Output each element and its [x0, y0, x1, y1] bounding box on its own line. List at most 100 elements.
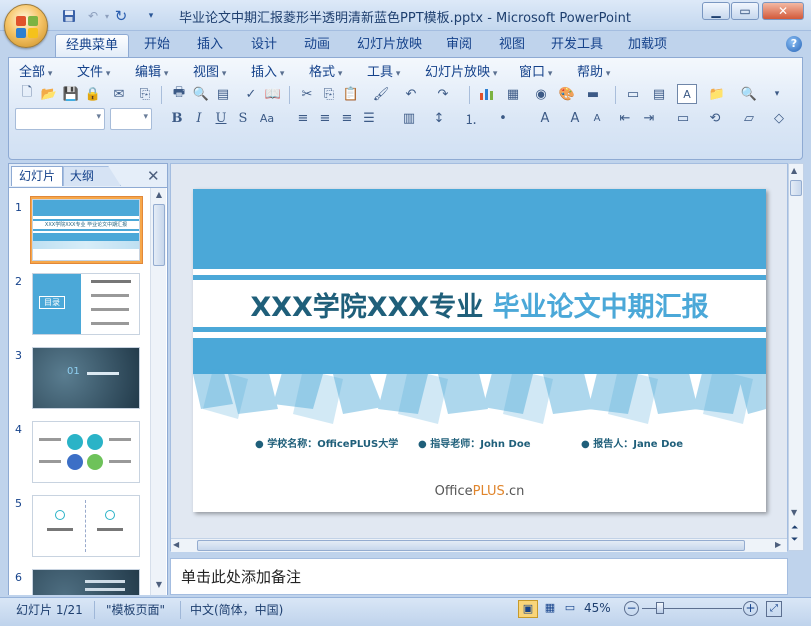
font-size-combo[interactable]: [110, 108, 152, 130]
char-spacing-button[interactable]: Aa: [257, 108, 277, 128]
menu-view[interactable]: 视图: [193, 63, 226, 83]
cut-icon[interactable]: ✂: [297, 84, 317, 104]
info-school[interactable]: ● 学校名称：OfficePLUS大学: [255, 435, 398, 450]
slide-title[interactable]: XXX学院XXX专业 毕业论文中期汇报: [193, 285, 766, 324]
menu-all[interactable]: 全部: [19, 63, 52, 83]
open-icon[interactable]: 📂: [39, 84, 59, 104]
horizontal-scrollbar[interactable]: ◀ ▶: [171, 538, 787, 552]
thumbnail-6[interactable]: [32, 569, 140, 595]
zoom-in-icon[interactable]: +: [743, 601, 758, 616]
copy-icon[interactable]: ⎘: [319, 84, 339, 104]
publish-icon[interactable]: ⎘: [135, 84, 155, 104]
shape-outline-icon[interactable]: ◇: [769, 108, 789, 128]
align-left-icon[interactable]: ≡: [293, 108, 313, 128]
menu-format[interactable]: 格式: [309, 63, 342, 83]
line-spacing-icon[interactable]: ↕: [429, 108, 449, 128]
align-center-icon[interactable]: ≡: [315, 108, 335, 128]
shape-fill-icon[interactable]: ▱: [739, 108, 759, 128]
increase-indent-icon[interactable]: ⇥: [639, 108, 659, 128]
scroll-down-icon[interactable]: ▼: [153, 580, 165, 592]
scroll-up-icon[interactable]: ▲: [791, 166, 797, 175]
font-color-icon[interactable]: A: [535, 108, 555, 128]
menu-edit[interactable]: 编辑: [135, 63, 168, 83]
info-advisor[interactable]: ● 指导老师：John Doe: [418, 435, 530, 450]
folder-icon[interactable]: 📁: [707, 84, 727, 104]
office-button[interactable]: [4, 4, 48, 48]
slide-scrollbar[interactable]: ▲ ▼ ⏶ ⏷: [788, 163, 804, 551]
tab-developer[interactable]: 开发工具: [541, 34, 613, 57]
font-name-combo[interactable]: [15, 108, 105, 130]
bullets-icon[interactable]: •: [493, 108, 513, 128]
justify-icon[interactable]: ☰: [359, 108, 379, 128]
redo-icon[interactable]: ↷: [433, 84, 453, 104]
maximize-button[interactable]: ▭: [731, 2, 759, 20]
color-icon[interactable]: 🎨: [557, 84, 577, 104]
thumbnail-5[interactable]: [32, 495, 140, 557]
textbox-icon[interactable]: A: [677, 84, 697, 104]
theme-name[interactable]: "模板页面": [106, 601, 165, 618]
fit-to-window-icon[interactable]: ⤢: [766, 601, 782, 617]
grayscale-icon[interactable]: ▬: [583, 84, 603, 104]
slide-canvas[interactable]: XXX学院XXX专业 毕业论文中期汇报 ● 学校名称：OfficePLUS大学 …: [193, 189, 766, 512]
thumbnail-scrollbar[interactable]: ▲ ▼: [150, 188, 166, 595]
clipart-icon[interactable]: ◉: [531, 84, 551, 104]
grow-font-icon[interactable]: A: [565, 108, 585, 128]
decrease-indent-icon[interactable]: ⇤: [615, 108, 635, 128]
tab-design[interactable]: 设计: [241, 34, 287, 57]
tab-view[interactable]: 视图: [489, 34, 535, 57]
tab-outline[interactable]: 大纲: [63, 166, 121, 186]
permission-icon[interactable]: 🔒: [83, 84, 103, 104]
chart-icon[interactable]: [477, 84, 497, 104]
email-icon[interactable]: ✉: [109, 84, 129, 104]
close-panel-icon[interactable]: ✕: [147, 167, 160, 185]
thumbnail-2[interactable]: 目录: [32, 273, 140, 335]
next-slide-icon[interactable]: ⏷: [791, 536, 798, 545]
shrink-font-icon[interactable]: A: [587, 108, 607, 128]
scroll-thumb[interactable]: [153, 204, 165, 266]
layout-icon[interactable]: ▤: [649, 84, 669, 104]
menu-insert[interactable]: 插入: [251, 63, 284, 83]
scroll-up-icon[interactable]: ▲: [153, 190, 165, 202]
menu-help[interactable]: 帮助: [577, 63, 610, 83]
research-icon[interactable]: 📖: [263, 84, 283, 104]
thumbnail-3[interactable]: 01: [32, 347, 140, 409]
tab-home[interactable]: 开始: [134, 34, 180, 57]
preview-icon[interactable]: ▤: [213, 84, 233, 104]
customize-qat-icon[interactable]: ▾: [142, 7, 160, 25]
zoom-slider-thumb[interactable]: [656, 602, 664, 614]
underline-button[interactable]: U: [211, 108, 231, 128]
close-button[interactable]: ✕: [762, 2, 804, 20]
tab-animations[interactable]: 动画: [294, 34, 340, 57]
tab-slides[interactable]: 幻灯片: [11, 166, 63, 186]
align-right-icon[interactable]: ≡: [337, 108, 357, 128]
minimize-button[interactable]: ▁: [702, 2, 730, 20]
tab-review[interactable]: 审阅: [436, 34, 482, 57]
tab-classic-menu[interactable]: 经典菜单: [55, 34, 130, 57]
format-painter-icon[interactable]: 🖌: [371, 84, 391, 104]
menu-window[interactable]: 窗口: [519, 63, 552, 83]
spelling-icon[interactable]: ✓: [241, 84, 261, 104]
save-icon[interactable]: 💾: [61, 84, 81, 104]
slideshow-icon[interactable]: ▭: [560, 600, 580, 618]
save-icon[interactable]: [60, 7, 78, 25]
normal-view-icon[interactable]: ▣: [518, 600, 538, 618]
scroll-thumb[interactable]: [790, 180, 802, 196]
table-icon[interactable]: ▦: [503, 84, 523, 104]
tab-insert[interactable]: 插入: [187, 34, 233, 57]
paste-icon[interactable]: 📋: [341, 84, 361, 104]
menu-tools[interactable]: 工具: [367, 63, 400, 83]
bold-button[interactable]: B: [167, 108, 187, 128]
overflow-icon[interactable]: ▾: [767, 84, 787, 104]
help-icon[interactable]: ?: [786, 36, 802, 52]
thumbnail-1[interactable]: XXX学院XXX专业 毕业论文中期汇报: [32, 199, 140, 261]
scroll-right-icon[interactable]: ▶: [775, 540, 781, 549]
undo-icon[interactable]: ↶: [401, 84, 421, 104]
new-icon[interactable]: 🗋: [17, 84, 37, 104]
shadow-button[interactable]: S: [233, 108, 253, 128]
thumbnail-4[interactable]: [32, 421, 140, 483]
new-slide-icon[interactable]: ▭: [623, 84, 643, 104]
zoom-icon[interactable]: 🔍: [739, 84, 759, 104]
menu-slideshow[interactable]: 幻灯片放映: [425, 63, 497, 83]
scroll-down-icon[interactable]: ▼: [791, 508, 797, 517]
notes-pane[interactable]: 单击此处添加备注: [170, 558, 788, 595]
